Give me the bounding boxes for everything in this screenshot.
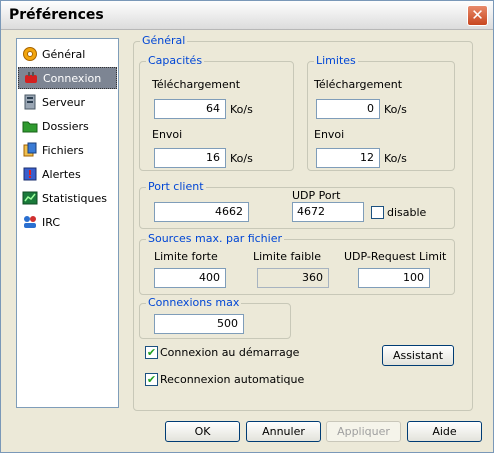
gear-icon	[23, 47, 37, 61]
sources-group: Sources max. par fichier Limite forte 40…	[139, 232, 455, 295]
soft-limit-label: Limite faible	[253, 250, 322, 263]
unit-label: Ko/s	[384, 152, 407, 165]
sidebar-item-label: Connexion	[43, 71, 102, 85]
files-icon	[23, 142, 37, 157]
apply-button: Appliquer	[326, 421, 401, 442]
hard-limit-label: Limite forte	[154, 250, 218, 263]
sidebar-item-label: Fichiers	[42, 143, 84, 157]
sidebar-item-statistiques[interactable]: Statistiques	[18, 187, 117, 209]
download-limit-field[interactable]: 0	[316, 99, 380, 119]
irc-icon	[24, 216, 36, 228]
assistant-button[interactable]: Assistant	[382, 345, 454, 366]
upload-capacity-field[interactable]: 16	[154, 148, 226, 168]
tcp-port-field[interactable]: 4662	[154, 202, 249, 222]
capacites-group: Capacités Téléchargement 64 Ko/s Envoi 1…	[139, 54, 294, 171]
udp-port-label: UDP Port	[292, 189, 341, 202]
preferences-window: Préférences ✕ Général Connexion Serveur …	[0, 0, 494, 453]
sidebar-item-serveur[interactable]: Serveur	[18, 91, 117, 113]
sidebar-item-alertes[interactable]: Alertes	[18, 163, 117, 185]
unit-label: Ko/s	[230, 103, 253, 116]
connexions-max-legend: Connexions max	[146, 296, 242, 309]
alert-icon	[23, 167, 37, 181]
udp-request-limit-label: UDP-Request Limit	[344, 250, 447, 263]
sidebar-item-fichiers[interactable]: Fichiers	[18, 139, 117, 161]
folder-icon	[22, 121, 38, 133]
network-plug-icon	[25, 72, 37, 83]
udp-port-field[interactable]: 4672	[292, 202, 364, 222]
upload-limit-field[interactable]: 12	[316, 148, 380, 168]
category-list: Général Connexion Serveur Dossiers Fichi…	[16, 38, 119, 408]
ok-button[interactable]: OK	[165, 421, 240, 442]
hard-limit-field[interactable]: 400	[154, 268, 226, 288]
udp-request-limit-field[interactable]: 100	[358, 268, 430, 288]
connexions-max-group: Connexions max 500	[139, 296, 291, 339]
unit-label: Ko/s	[230, 152, 253, 165]
connect-on-startup-label: Connexion au démarrage	[160, 346, 300, 359]
cancel-button[interactable]: Annuler	[246, 421, 321, 442]
sidebar-item-label: IRC	[42, 215, 61, 229]
disable-udp-checkbox[interactable]	[371, 206, 384, 219]
server-icon	[24, 94, 36, 110]
download-capacity-field[interactable]: 64	[154, 99, 226, 119]
download-label: Téléchargement	[152, 78, 241, 91]
upload-label: Envoi	[314, 128, 345, 141]
sidebar-item-label: Alertes	[42, 167, 81, 181]
sidebar-item-general[interactable]: Général	[18, 43, 117, 65]
limites-legend: Limites	[314, 54, 358, 67]
download-label: Téléchargement	[314, 78, 403, 91]
port-client-legend: Port client	[146, 180, 206, 193]
port-client-group: Port client 4662 UDP Port 4672 disable	[139, 180, 455, 229]
soft-limit-field: 360	[257, 268, 329, 288]
sidebar-item-label: Serveur	[42, 95, 86, 109]
sources-legend: Sources max. par fichier	[146, 232, 285, 245]
title-bar: Préférences ✕	[1, 1, 493, 30]
max-connections-field[interactable]: 500	[154, 314, 244, 334]
sidebar-item-label: Général	[42, 47, 86, 61]
unit-label: Ko/s	[384, 103, 407, 116]
connect-on-startup-checkbox[interactable]: ✔	[145, 346, 158, 359]
upload-label: Envoi	[152, 128, 183, 141]
sidebar-item-connexion[interactable]: Connexion	[18, 67, 117, 89]
sidebar-item-label: Statistiques	[42, 191, 107, 205]
sidebar-item-irc[interactable]: IRC	[18, 211, 117, 233]
connexion-panel: Général Capacités Téléchargement 64 Ko/s…	[133, 31, 473, 411]
general-legend: Général	[140, 34, 188, 47]
limites-group: Limites Téléchargement 0 Ko/s Envoi 12 K…	[307, 54, 455, 171]
capacites-legend: Capacités	[146, 54, 205, 67]
sidebar-item-label: Dossiers	[42, 119, 89, 133]
close-button[interactable]: ✕	[467, 5, 488, 26]
auto-reconnect-label: Reconnexion automatique	[160, 373, 305, 386]
auto-reconnect-checkbox[interactable]: ✔	[145, 373, 158, 386]
window-title: Préférences	[9, 7, 104, 23]
help-button[interactable]: Aide	[407, 421, 482, 442]
sidebar-item-dossiers[interactable]: Dossiers	[18, 115, 117, 137]
chart-icon	[22, 191, 38, 205]
disable-label: disable	[387, 206, 427, 219]
